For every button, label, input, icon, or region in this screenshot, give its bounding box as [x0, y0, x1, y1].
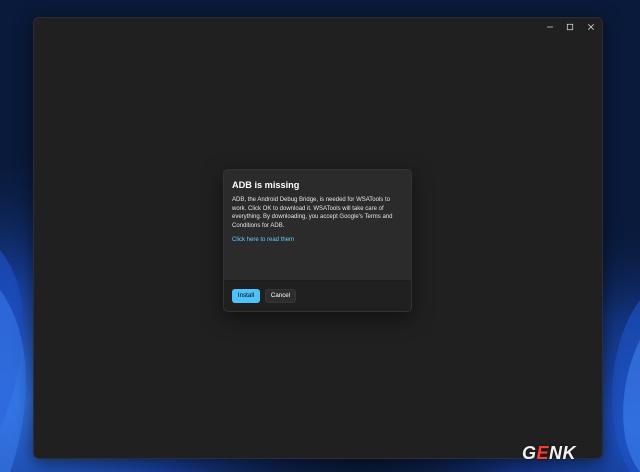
close-button[interactable] — [580, 18, 602, 36]
logo-part-2: NK — [549, 442, 577, 463]
wsatools-window: ADB is missing ADB, the Android Debug Br… — [33, 17, 603, 459]
minimize-icon — [546, 23, 554, 31]
desktop: ADB is missing ADB, the Android Debug Br… — [0, 0, 640, 472]
adb-missing-dialog: ADB is missing ADB, the Android Debug Br… — [223, 169, 412, 312]
logo-part-1: G — [522, 442, 537, 463]
dialog-title: ADB is missing — [232, 180, 300, 190]
cancel-button[interactable]: Cancel — [265, 289, 296, 303]
dialog-footer: Install Cancel — [224, 280, 411, 311]
terms-link[interactable]: Click here to read them — [232, 237, 403, 243]
title-bar[interactable] — [34, 18, 602, 36]
maximize-icon — [566, 23, 574, 31]
minimize-button[interactable] — [539, 18, 561, 36]
dialog-message: ADB, the Android Debug Bridge, is needed… — [232, 197, 393, 229]
genk-watermark-logo: G E NK — [522, 442, 576, 464]
dialog-body: ADB is missing ADB, the Android Debug Br… — [224, 170, 411, 282]
maximize-button[interactable] — [559, 18, 581, 36]
close-icon — [587, 23, 595, 31]
install-button[interactable]: Install — [232, 289, 260, 303]
logo-part-accent: E — [536, 442, 550, 463]
